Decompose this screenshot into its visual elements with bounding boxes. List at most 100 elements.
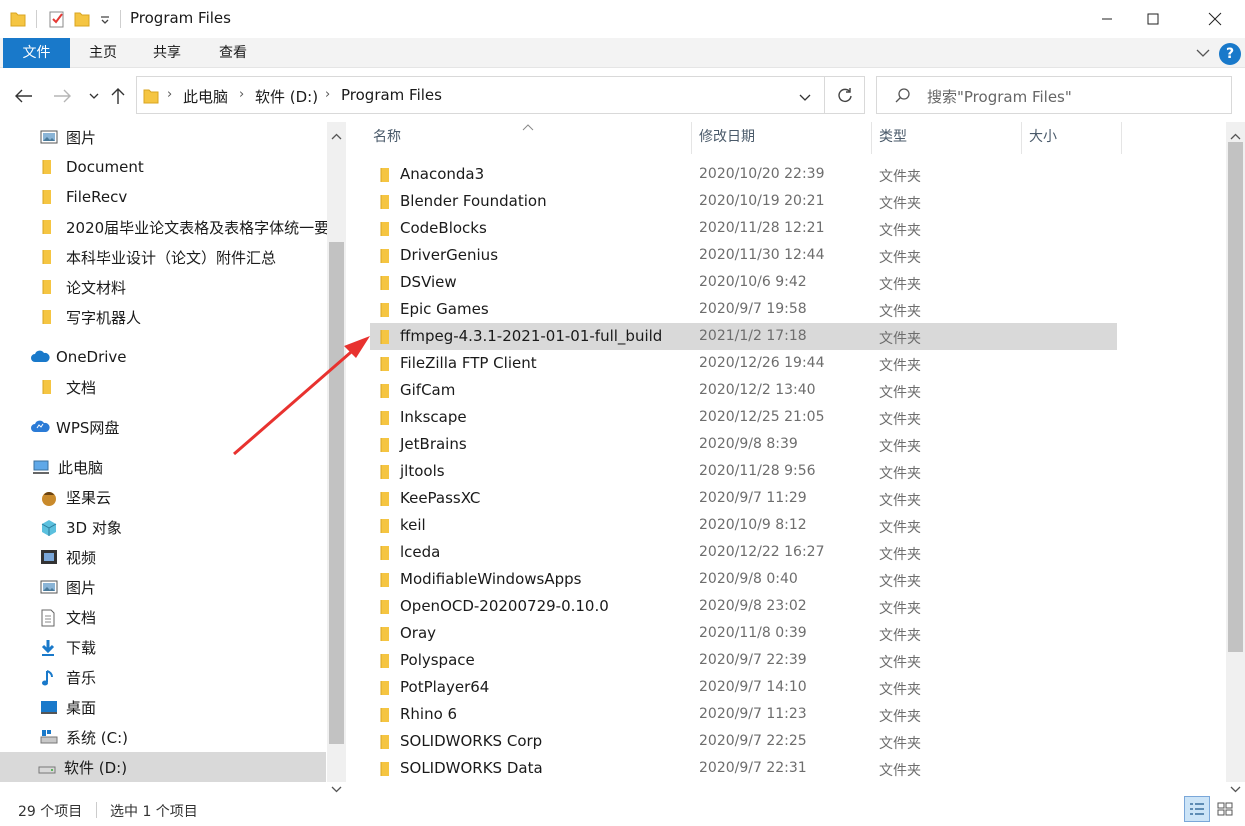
sidebar-item-3d-objects[interactable]: 3D 对象: [40, 512, 346, 542]
sidebar-item-filerecv[interactable]: FileRecv: [40, 182, 346, 212]
minimize-button[interactable]: [1084, 0, 1130, 38]
file-name: ModifiableWindowsApps: [400, 570, 582, 588]
column-divider[interactable]: [691, 122, 692, 154]
file-row[interactable]: Epic Games 2020/9/7 19:58 文件夹: [370, 296, 1117, 323]
file-row[interactable]: DriverGenius 2020/11/30 12:44 文件夹: [370, 242, 1117, 269]
chevron-down-icon[interactable]: [799, 90, 811, 106]
chevron-right-icon[interactable]: ›: [167, 87, 172, 102]
properties-icon[interactable]: [48, 10, 66, 28]
tab-share[interactable]: 共享: [144, 38, 190, 68]
sidebar-item-onedrive[interactable]: OneDrive: [30, 342, 346, 372]
file-row[interactable]: Rhino 6 2020/9/7 11:23 文件夹: [370, 701, 1117, 728]
search-input[interactable]: 搜索"Program Files": [876, 76, 1232, 114]
file-modified: 2021/1/2 17:18: [699, 328, 807, 344]
file-name: Polyspace: [400, 651, 475, 669]
tab-view[interactable]: 查看: [210, 38, 256, 68]
sidebar-item-pictures-quick[interactable]: 图片: [40, 122, 346, 152]
file-row[interactable]: Anaconda3 2020/10/20 22:39 文件夹: [370, 161, 1117, 188]
window-title: Program Files: [130, 9, 231, 27]
file-name: FileZilla FTP Client: [400, 354, 537, 372]
sidebar-item-documents[interactable]: 文档: [40, 602, 346, 632]
file-list-scrollbar-thumb[interactable]: [1228, 142, 1243, 652]
forward-button[interactable]: [50, 84, 74, 108]
breadcrumb-drive-d[interactable]: 软件 (D:): [255, 86, 318, 107]
scroll-down-icon[interactable]: [1230, 781, 1241, 797]
file-row[interactable]: GifCam 2020/12/2 13:40 文件夹: [370, 377, 1117, 404]
sidebar-item-downloads[interactable]: 下载: [40, 632, 346, 662]
file-row[interactable]: DSView 2020/10/6 9:42 文件夹: [370, 269, 1117, 296]
address-bar[interactable]: › 此电脑 › 软件 (D:) › Program Files: [136, 76, 825, 114]
sidebar-item-pictures[interactable]: 图片: [40, 572, 346, 602]
refresh-button[interactable]: [825, 76, 865, 114]
large-icons-view-button[interactable]: [1212, 796, 1238, 822]
chevron-right-icon[interactable]: ›: [239, 87, 244, 102]
expand-ribbon-icon[interactable]: [1196, 46, 1210, 62]
nutstore-icon: [40, 489, 58, 506]
file-row[interactable]: Oray 2020/11/8 0:39 文件夹: [370, 620, 1117, 647]
file-type: 文件夹: [879, 385, 921, 401]
file-row[interactable]: JetBrains 2020/9/8 8:39 文件夹: [370, 431, 1117, 458]
sidebar-item-wps-cloud[interactable]: WPS网盘: [30, 412, 346, 442]
details-view-button[interactable]: [1184, 796, 1210, 822]
file-name: DriverGenius: [400, 246, 499, 264]
recent-locations-button[interactable]: [82, 84, 106, 108]
back-button[interactable]: [12, 84, 36, 108]
scroll-down-icon[interactable]: [331, 781, 342, 797]
breadcrumb-this-pc[interactable]: 此电脑: [183, 86, 228, 107]
maximize-button[interactable]: [1130, 0, 1176, 38]
file-row[interactable]: Inkscape 2020/12/25 21:05 文件夹: [370, 404, 1117, 431]
file-row[interactable]: Polyspace 2020/9/7 22:39 文件夹: [370, 647, 1117, 674]
folder-icon: [377, 356, 393, 376]
file-row[interactable]: CodeBlocks 2020/11/28 12:21 文件夹: [370, 215, 1117, 242]
close-button[interactable]: [1192, 0, 1238, 38]
tab-home[interactable]: 主页: [80, 38, 126, 68]
file-row[interactable]: jltools 2020/11/28 9:56 文件夹: [370, 458, 1117, 485]
file-row[interactable]: SOLIDWORKS Data 2020/9/7 22:31 文件夹: [370, 755, 1117, 782]
title-bar: Program Files: [0, 0, 1245, 38]
sidebar-item-document[interactable]: Document: [40, 152, 346, 182]
column-header-size[interactable]: 大小: [1029, 122, 1057, 154]
file-row[interactable]: FileZilla FTP Client 2020/12/26 19:44 文件夹: [370, 350, 1117, 377]
separator: [36, 10, 37, 28]
sidebar-scrollbar-thumb[interactable]: [329, 242, 344, 744]
breadcrumb-program-files[interactable]: Program Files: [341, 86, 442, 104]
column-divider[interactable]: [1021, 122, 1022, 154]
file-row[interactable]: Blender Foundation 2020/10/19 20:21 文件夹: [370, 188, 1117, 215]
folder-icon: [377, 734, 393, 754]
file-name: KeePassXC: [400, 489, 481, 507]
sidebar-item-nutstore[interactable]: 坚果云: [40, 482, 346, 512]
file-row[interactable]: ModifiableWindowsApps 2020/9/8 0:40 文件夹: [370, 566, 1117, 593]
folder-icon: [377, 194, 393, 214]
file-row[interactable]: keil 2020/10/9 8:12 文件夹: [370, 512, 1117, 539]
new-folder-icon[interactable]: [74, 10, 90, 28]
help-icon[interactable]: ?: [1219, 43, 1241, 65]
sidebar-item-videos[interactable]: 视频: [40, 542, 346, 572]
column-header-name[interactable]: 名称: [373, 122, 401, 154]
chevron-right-icon[interactable]: ›: [325, 87, 330, 102]
sidebar-item-desktop[interactable]: 桌面: [40, 692, 346, 722]
column-header-type[interactable]: 类型: [879, 122, 907, 154]
file-row[interactable]: lceda 2020/12/22 16:27 文件夹: [370, 539, 1117, 566]
sidebar-item-writing-robot[interactable]: 写字机器人: [40, 302, 346, 332]
sidebar-item-thesis-materials[interactable]: 论文材料: [40, 272, 346, 302]
file-row[interactable]: PotPlayer64 2020/9/7 14:10 文件夹: [370, 674, 1117, 701]
file-row[interactable]: OpenOCD-20200729-0.10.0 2020/9/8 23:02 文件夹: [370, 593, 1117, 620]
sidebar-item-drive-c[interactable]: 系统 (C:): [40, 722, 346, 752]
tab-file[interactable]: 文件: [3, 38, 70, 68]
sidebar-item-thesis-attachments[interactable]: 本科毕业设计（论文）附件汇总: [40, 242, 346, 272]
column-divider[interactable]: [871, 122, 872, 154]
column-header-modified[interactable]: 修改日期: [699, 122, 755, 154]
column-divider[interactable]: [1121, 122, 1122, 154]
file-row[interactable]: KeePassXC 2020/9/7 11:29 文件夹: [370, 485, 1117, 512]
file-row[interactable]: SOLIDWORKS Corp 2020/9/7 22:25 文件夹: [370, 728, 1117, 755]
sidebar-item-drive-d[interactable]: 软件 (D:): [0, 752, 326, 782]
scroll-up-icon[interactable]: [331, 128, 342, 144]
file-row[interactable]: ffmpeg-4.3.1-2021-01-01-full_build 2021/1…: [370, 323, 1117, 350]
sidebar-item-music[interactable]: 音乐: [40, 662, 346, 692]
sidebar-item-this-pc[interactable]: 此电脑: [32, 452, 346, 482]
up-button[interactable]: [106, 84, 130, 108]
sidebar-item-thesis-format[interactable]: 2020届毕业论文表格及表格字体统一要: [40, 212, 328, 242]
sidebar-item-onedrive-documents[interactable]: 文档: [40, 372, 346, 402]
customize-toolbar-icon[interactable]: [100, 12, 110, 30]
file-modified: 2020/12/25 21:05: [699, 409, 825, 425]
